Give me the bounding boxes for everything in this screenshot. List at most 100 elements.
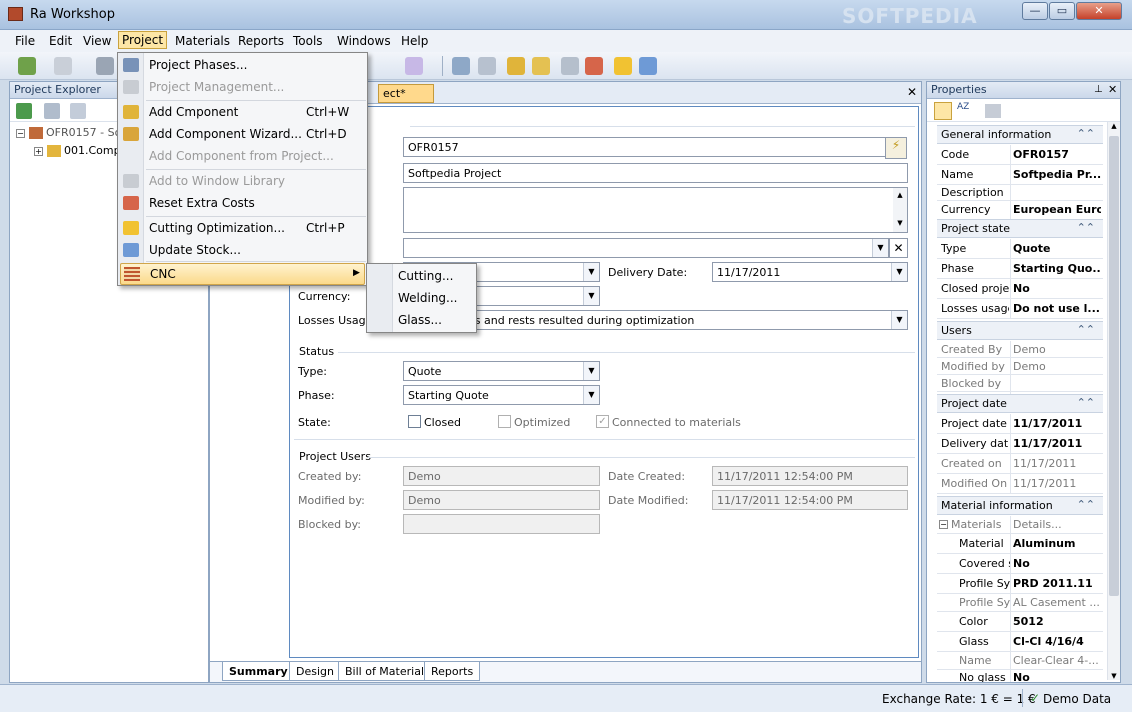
menu-cnc-glass[interactable]: Glass...: [398, 313, 442, 327]
menu-cnc-cutting[interactable]: Cutting...: [398, 269, 453, 283]
chevron-down-icon[interactable]: ▼: [891, 311, 907, 329]
new-project-icon[interactable]: [18, 57, 36, 75]
tab-bill-of-material[interactable]: Bill of Material: [338, 662, 431, 681]
menu-project-phases[interactable]: Project Phases...: [149, 58, 247, 72]
menu-cnc-welding[interactable]: Welding...: [398, 291, 458, 305]
menu-project[interactable]: Project: [118, 31, 168, 49]
clear-customer-button[interactable]: ✕: [889, 238, 908, 258]
prop-profile-sys-name[interactable]: Profile Sys AL Casement ...: [937, 594, 1103, 613]
wizard-icon[interactable]: [478, 57, 496, 75]
menu-view[interactable]: View: [79, 33, 115, 49]
prop-materials[interactable]: Materials − Details...: [937, 516, 1103, 535]
prop-losses[interactable]: Losses usage Do not use l...: [937, 299, 1103, 319]
menu-update-stock[interactable]: Update Stock...: [149, 243, 241, 257]
prop-blocked-by[interactable]: Blocked by: [937, 375, 1103, 394]
chevron-down-icon[interactable]: ▼: [583, 386, 599, 404]
list-icon[interactable]: [70, 103, 86, 119]
prop-glass-name[interactable]: Name Clear-Clear 4-...: [937, 652, 1103, 671]
menu-cnc[interactable]: CNC ▶: [120, 263, 365, 285]
chevron-down-icon[interactable]: ▼: [872, 239, 888, 257]
name-field[interactable]: Softpedia Project: [403, 163, 908, 183]
tab-reports[interactable]: Reports: [424, 662, 481, 681]
menu-tools[interactable]: Tools: [289, 33, 327, 49]
reset-costs-icon[interactable]: [585, 57, 603, 75]
tree-icon[interactable]: [44, 103, 60, 119]
prop-modified-on[interactable]: Modified On 11/17/2011: [937, 474, 1103, 494]
closed-checkbox[interactable]: [408, 415, 421, 428]
prop-delivery-date[interactable]: Delivery dat 11/17/2011: [937, 434, 1103, 454]
sort-az-icon[interactable]: AZ: [957, 102, 975, 120]
prop-glass[interactable]: Glass Cl-Cl 4/16/4: [937, 632, 1103, 652]
prop-material[interactable]: Material Aluminum: [937, 534, 1103, 554]
update-stock-icon[interactable]: [639, 57, 657, 75]
menu-file[interactable]: File: [11, 33, 39, 49]
delivery-date-field[interactable]: 11/17/2011: [712, 262, 908, 282]
lightning-icon[interactable]: [614, 57, 632, 75]
print-icon[interactable]: [405, 57, 423, 75]
library-icon[interactable]: [561, 57, 579, 75]
lightning-button[interactable]: ⚡: [885, 137, 907, 159]
menu-edit[interactable]: Edit: [45, 33, 76, 49]
tab-summary[interactable]: Summary: [222, 662, 295, 681]
description-scrollbar[interactable]: ▲ ▼: [893, 188, 907, 232]
scroll-thumb[interactable]: [1109, 136, 1119, 596]
description-field[interactable]: ▲ ▼: [403, 187, 908, 233]
prop-color[interactable]: Color 5012: [937, 612, 1103, 632]
chevron-down-icon[interactable]: ▼: [583, 263, 599, 281]
menu-materials[interactable]: Materials: [171, 33, 234, 49]
menu-cutting-optimization[interactable]: Cutting Optimization...: [149, 221, 285, 235]
menu-windows[interactable]: Windows: [333, 33, 395, 49]
menu-add-component[interactable]: Add Cmponent: [149, 105, 238, 119]
document-tab[interactable]: ect*: [378, 84, 434, 103]
section-users[interactable]: Users ⌃⌃: [937, 321, 1103, 340]
prop-name[interactable]: Name Softpedia Pr...: [937, 165, 1103, 185]
collapse-icon[interactable]: −: [939, 520, 948, 529]
prop-covered[interactable]: Covered s No: [937, 554, 1103, 574]
menu-add-component-wizard[interactable]: Add Component Wizard...: [149, 127, 302, 141]
maximize-button[interactable]: ▭: [1049, 2, 1075, 20]
prop-type[interactable]: Type Quote: [937, 239, 1103, 259]
pin-icon[interactable]: ⊥: [1094, 84, 1103, 95]
refresh-icon[interactable]: [16, 103, 32, 119]
close-button[interactable]: ✕: [1076, 2, 1122, 20]
prop-project-date[interactable]: Project date 11/17/2011: [937, 414, 1103, 434]
tree-child[interactable]: + 001.Comp: [34, 144, 121, 157]
component-icon[interactable]: [452, 57, 470, 75]
chevron-down-icon[interactable]: ▼: [891, 263, 907, 281]
code-field[interactable]: OFR0157: [403, 137, 887, 157]
save-icon[interactable]: [96, 57, 114, 75]
add-component-icon[interactable]: [507, 57, 525, 75]
section-project-state[interactable]: Project state ⌃⌃: [937, 219, 1103, 238]
prop-code[interactable]: Code OFR0157: [937, 145, 1103, 165]
prop-description[interactable]: Description: [937, 185, 1103, 204]
expand-icon[interactable]: +: [34, 147, 43, 156]
close-document-icon[interactable]: ✕: [907, 85, 917, 99]
categorized-icon[interactable]: [934, 102, 952, 120]
prop-created-on[interactable]: Created on 11/17/2011: [937, 454, 1103, 474]
close-properties-icon[interactable]: ✕: [1108, 83, 1117, 96]
scroll-down-icon[interactable]: ▼: [1108, 672, 1120, 680]
minimize-button[interactable]: —: [1022, 2, 1048, 20]
menu-help[interactable]: Help: [397, 33, 432, 49]
chevron-down-icon[interactable]: ▼: [583, 362, 599, 380]
prop-modified-by[interactable]: Modified by Demo: [937, 358, 1103, 377]
section-material[interactable]: Material information ⌃⌃: [937, 496, 1103, 515]
optimized-checkbox[interactable]: [498, 415, 511, 428]
prop-phase[interactable]: Phase Starting Quo...: [937, 259, 1103, 279]
property-pages-icon[interactable]: [985, 104, 1001, 118]
open-icon[interactable]: [54, 57, 72, 75]
prop-created-by[interactable]: Created By Demo: [937, 341, 1103, 360]
tab-design[interactable]: Design: [289, 662, 341, 681]
phase-field[interactable]: Starting Quote: [403, 385, 600, 405]
prop-closed[interactable]: Closed proje No: [937, 279, 1103, 299]
connected-checkbox[interactable]: ✓: [596, 415, 609, 428]
prop-profile-sys[interactable]: Profile Sys PRD 2011.11: [937, 574, 1103, 594]
prop-no-glass[interactable]: No glass No: [937, 670, 1103, 682]
type-field[interactable]: Quote: [403, 361, 600, 381]
scroll-up-icon[interactable]: ▲: [1108, 122, 1120, 130]
prop-currency[interactable]: Currency European Euro: [937, 200, 1103, 220]
tree-root[interactable]: − OFR0157 - So: [16, 126, 121, 139]
section-general[interactable]: General information ⌃⌃: [937, 125, 1103, 144]
add-wizard-icon[interactable]: [532, 57, 550, 75]
section-project-date[interactable]: Project date ⌃⌃: [937, 394, 1103, 413]
